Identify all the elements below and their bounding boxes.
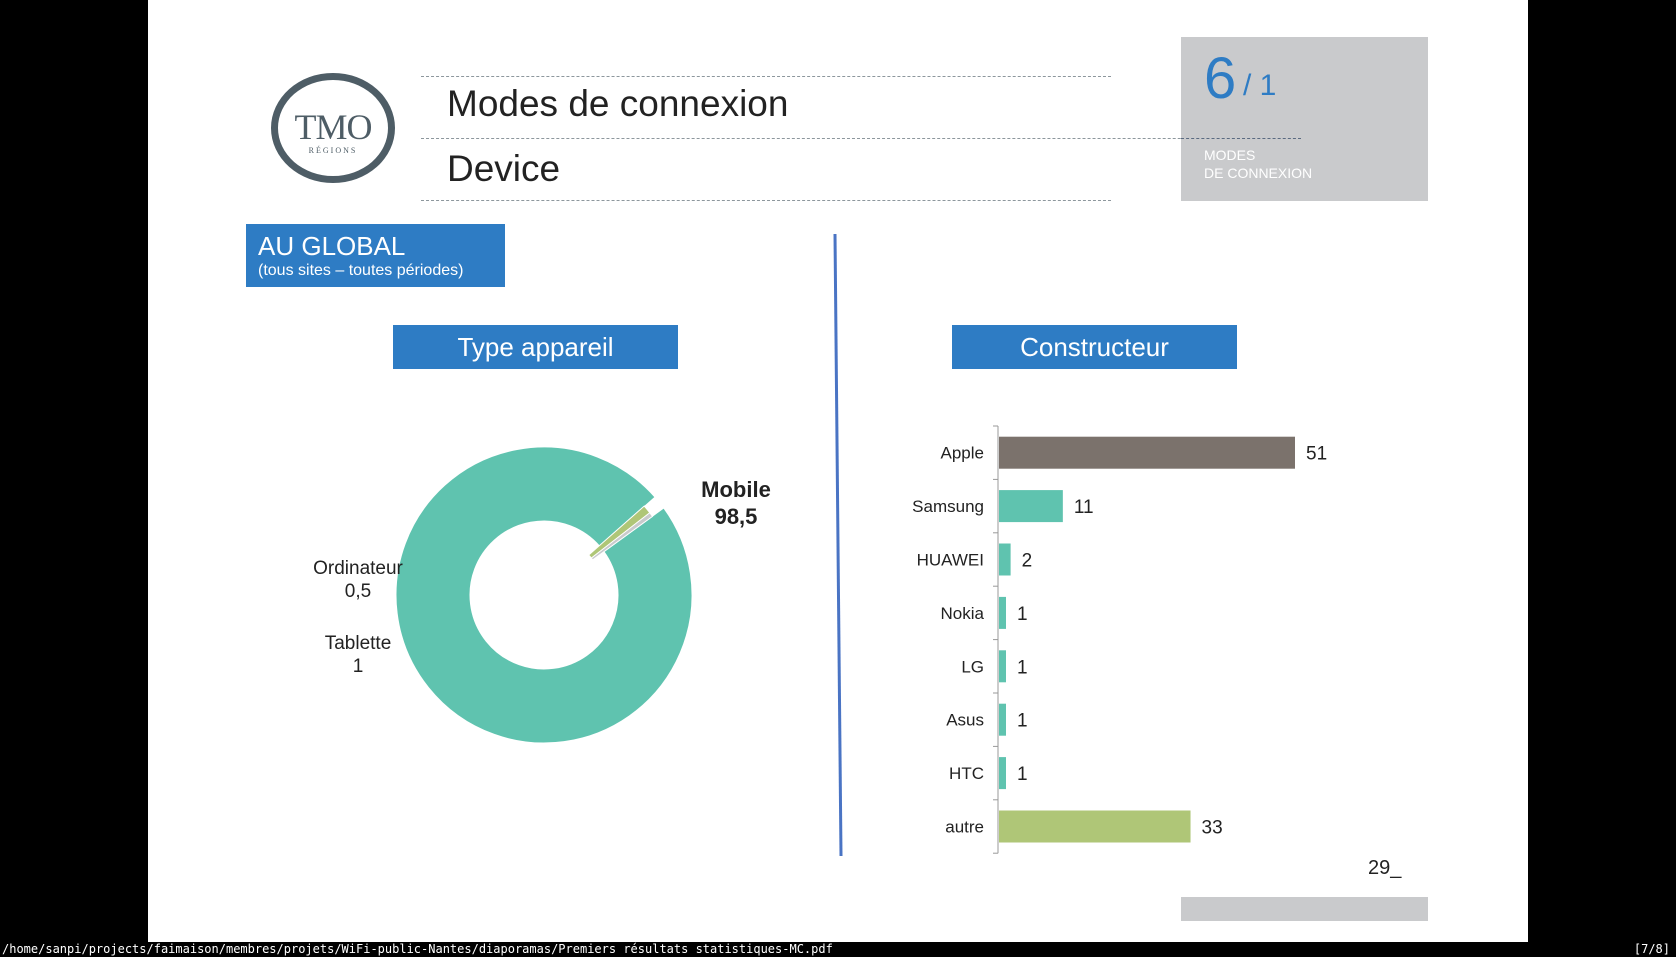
- slide: TMO RÉGIONS Modes de connexion Device 6 …: [148, 0, 1528, 942]
- bar-htc: [999, 757, 1006, 790]
- file-path: /home/sanpi/projects/faimaison/membres/p…: [2, 942, 833, 956]
- bar-category-label: LG: [961, 657, 984, 676]
- bar-category-label: HUAWEI: [917, 551, 984, 570]
- bar-value-label: 1: [1017, 604, 1028, 625]
- page-indicator: [7/8]: [1633, 942, 1670, 956]
- bar-category-label: HTC: [949, 764, 984, 783]
- bar-nokia: [999, 596, 1006, 629]
- bar-chart: Apple 51 Samsung 11 HUAWEI 2 Nokia 1 LG 1 Asus 1 HTC…: [912, 425, 1327, 854]
- bar-category-label: Nokia: [941, 604, 985, 623]
- bar-lg: [999, 650, 1006, 683]
- bar-asus: [999, 703, 1006, 736]
- bar-value-label: 1: [1017, 711, 1028, 732]
- bar-value-label: 11: [1074, 497, 1094, 518]
- bar-category-label: Apple: [941, 444, 984, 463]
- bar-value-label: 1: [1017, 657, 1028, 678]
- bar-value-label: 33: [1202, 818, 1223, 839]
- bar-category-label: Asus: [946, 711, 984, 730]
- bar-value-label: 2: [1022, 551, 1033, 572]
- bar-category-label: autre: [945, 818, 984, 837]
- viewer-statusbar: /home/sanpi/projects/faimaison/membres/p…: [0, 942, 1676, 957]
- bar-category-label: Samsung: [912, 497, 984, 516]
- footer-bar: [1181, 897, 1428, 921]
- bar-value-label: 1: [1017, 764, 1028, 785]
- bar-samsung: [999, 490, 1063, 523]
- bar-huawei: [999, 543, 1011, 576]
- page-number: 29_: [1368, 857, 1402, 879]
- bar-apple: [999, 436, 1295, 469]
- bar-autre: [999, 810, 1191, 843]
- bar-value-label: 51: [1306, 444, 1327, 465]
